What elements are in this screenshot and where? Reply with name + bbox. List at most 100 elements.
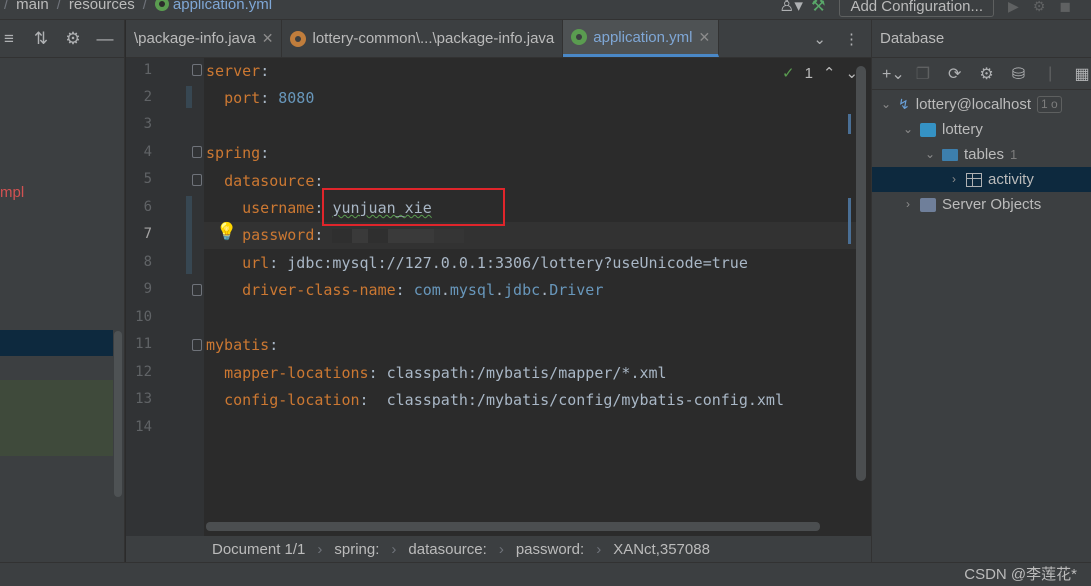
folder-icon	[942, 148, 958, 161]
breadcrumb-item-resources[interactable]: resources	[69, 0, 135, 13]
fold-marker-icon[interactable]	[192, 339, 202, 351]
error-stripe-marker[interactable]	[848, 114, 851, 134]
tree-item-label: lottery	[942, 121, 983, 138]
code-line-12: mapper-locations: classpath:/mybatis/map…	[224, 364, 667, 382]
database-icon[interactable]: ⛁	[1009, 64, 1027, 84]
breadcrumb-item-main[interactable]: main	[16, 0, 49, 13]
yml-file-icon	[154, 0, 169, 11]
fold-marker-icon[interactable]	[192, 284, 202, 296]
fold-marker-icon[interactable]	[192, 146, 202, 158]
error-stripe-marker[interactable]	[848, 198, 851, 244]
change-marker[interactable]	[186, 86, 192, 108]
chevron-right-icon[interactable]: ›	[948, 167, 960, 192]
add-configuration-button[interactable]: Add Configuration...	[839, 0, 995, 17]
more-options-icon[interactable]: ⋮	[844, 30, 859, 48]
database-panel-title: Database	[872, 20, 1091, 58]
project-toolbar: ≡ ⇅ ⚙ —	[0, 20, 124, 58]
chevron-down-icon[interactable]: ⌄	[813, 30, 826, 48]
line-number: 7	[143, 226, 152, 242]
yaml-key: datasource	[224, 172, 315, 190]
build-hammer-icon[interactable]: ⚒	[811, 0, 825, 16]
horizontal-scrollbar[interactable]	[206, 522, 820, 531]
breadcrumb-password[interactable]: password:	[516, 541, 584, 558]
breadcrumb-separator: /	[4, 0, 9, 13]
breadcrumb-item-file[interactable]: application.yml	[154, 0, 273, 13]
project-scrollbar[interactable]	[114, 331, 122, 497]
tree-item-datasource[interactable]: ⌄ ↯ lottery@localhost 1 o	[880, 92, 1062, 117]
project-tree-selected-row[interactable]	[0, 330, 113, 356]
redacted-value	[388, 228, 435, 243]
breadcrumb-document[interactable]: Document 1/1	[212, 541, 305, 558]
line-number: 3	[143, 116, 152, 132]
chevron-down-icon[interactable]: ⌄	[902, 117, 914, 142]
editor-breadcrumb: Document 1/1 › spring: › datasource: › p…	[126, 536, 871, 562]
collapse-all-icon[interactable]: ⇅	[32, 29, 50, 49]
close-icon[interactable]: ✕	[698, 29, 710, 46]
tab-lottery-common-package-info[interactable]: lottery-common\...\package-info.java	[282, 20, 564, 57]
breadcrumb-file-label: application.yml	[172, 0, 273, 13]
close-icon[interactable]: ✕	[262, 30, 274, 47]
vertical-scrollbar[interactable]	[856, 66, 866, 481]
line-number: 2	[143, 89, 152, 105]
yaml-key: mapper-locations	[224, 364, 369, 382]
refresh-icon[interactable]: ⟳	[946, 64, 964, 84]
tree-item-tables-folder[interactable]: ⌄ tables 1	[924, 142, 1017, 167]
table-view-icon[interactable]: ▦	[1073, 64, 1091, 84]
code-line-4: spring:	[206, 144, 270, 162]
class-ref: Driver	[549, 281, 604, 299]
tree-item-table-activity[interactable]: › activity	[872, 167, 1091, 192]
code-line-9: driver-class-name: com.mysql.jdbc.Driver	[242, 281, 604, 299]
yaml-key: server	[206, 62, 261, 80]
chevron-down-icon[interactable]: ⌄	[880, 92, 892, 117]
tree-item-count: 1	[1010, 147, 1018, 162]
yaml-key: url	[242, 254, 270, 272]
yml-file-icon	[571, 29, 588, 45]
code-line-13: config-location: classpath:/mybatis/conf…	[224, 391, 784, 409]
mysql-datasource-icon: ↯	[898, 96, 910, 112]
chevron-up-icon[interactable]: ⌃	[823, 64, 836, 82]
breadcrumb-datasource[interactable]: datasource:	[408, 541, 486, 558]
line-number: 1	[143, 62, 152, 78]
change-marker[interactable]	[186, 196, 192, 274]
table-icon	[966, 172, 982, 187]
user-icon[interactable]: ♙▾	[779, 0, 803, 16]
tab-application-yml[interactable]: application.yml ✕	[563, 20, 720, 57]
tree-item-label: Server Objects	[942, 196, 1042, 213]
tree-item-label: tables	[964, 146, 1005, 163]
line-number: 10	[135, 309, 152, 325]
tree-item-server-objects[interactable]: › Server Objects	[902, 192, 1041, 217]
line-number: 6	[143, 199, 152, 215]
line-number: 5	[143, 171, 152, 187]
redacted-value	[352, 228, 369, 243]
breadcrumb-value[interactable]: XANct,357088	[613, 541, 710, 558]
hide-panel-icon[interactable]: —	[96, 29, 114, 49]
breadcrumb-separator: /	[56, 0, 61, 13]
run-icon[interactable]: ▶	[1008, 0, 1019, 15]
schema-settings-icon[interactable]: ⚙	[978, 64, 996, 84]
chevron-down-icon[interactable]: ⌄	[924, 142, 936, 167]
fold-marker-icon[interactable]	[192, 64, 202, 76]
project-tree-item-impl[interactable]: mpl	[0, 184, 24, 201]
gear-icon[interactable]: ⚙	[64, 29, 82, 49]
line-number: 8	[143, 254, 152, 270]
expand-all-icon[interactable]: ≡	[0, 29, 18, 49]
breadcrumb-spring[interactable]: spring:	[334, 541, 379, 558]
divider: |	[1048, 64, 1053, 82]
stop-icon[interactable]: ◼	[1059, 0, 1071, 15]
chevron-right-icon[interactable]: ›	[902, 192, 914, 217]
copy-icon[interactable]: ❐	[914, 64, 932, 84]
breadcrumb-separator: /	[142, 0, 147, 13]
package-ref: com	[413, 281, 441, 299]
add-icon[interactable]: +⌄	[882, 64, 905, 84]
line-number: 14	[135, 419, 152, 435]
inspection-widget[interactable]: ✓ 1 ⌃ ⌄	[782, 64, 858, 83]
code-editor[interactable]: 1 2 3 4 5 6 7 8 9 10 11 12 13 14 💡 serve…	[126, 58, 871, 536]
fold-marker-icon[interactable]	[192, 174, 202, 186]
yaml-value: jdbc:mysql://127.0.0.1:3306/lottery?useU…	[287, 254, 748, 272]
yaml-key: port	[224, 89, 261, 107]
tree-item-schema[interactable]: ⌄ lottery	[902, 117, 983, 142]
tab-package-info[interactable]: \package-info.java ✕	[126, 20, 283, 57]
yaml-key: config-location	[224, 391, 360, 409]
checkmark-icon: ✓	[782, 65, 795, 82]
debug-icon[interactable]: ⚙	[1033, 0, 1046, 15]
